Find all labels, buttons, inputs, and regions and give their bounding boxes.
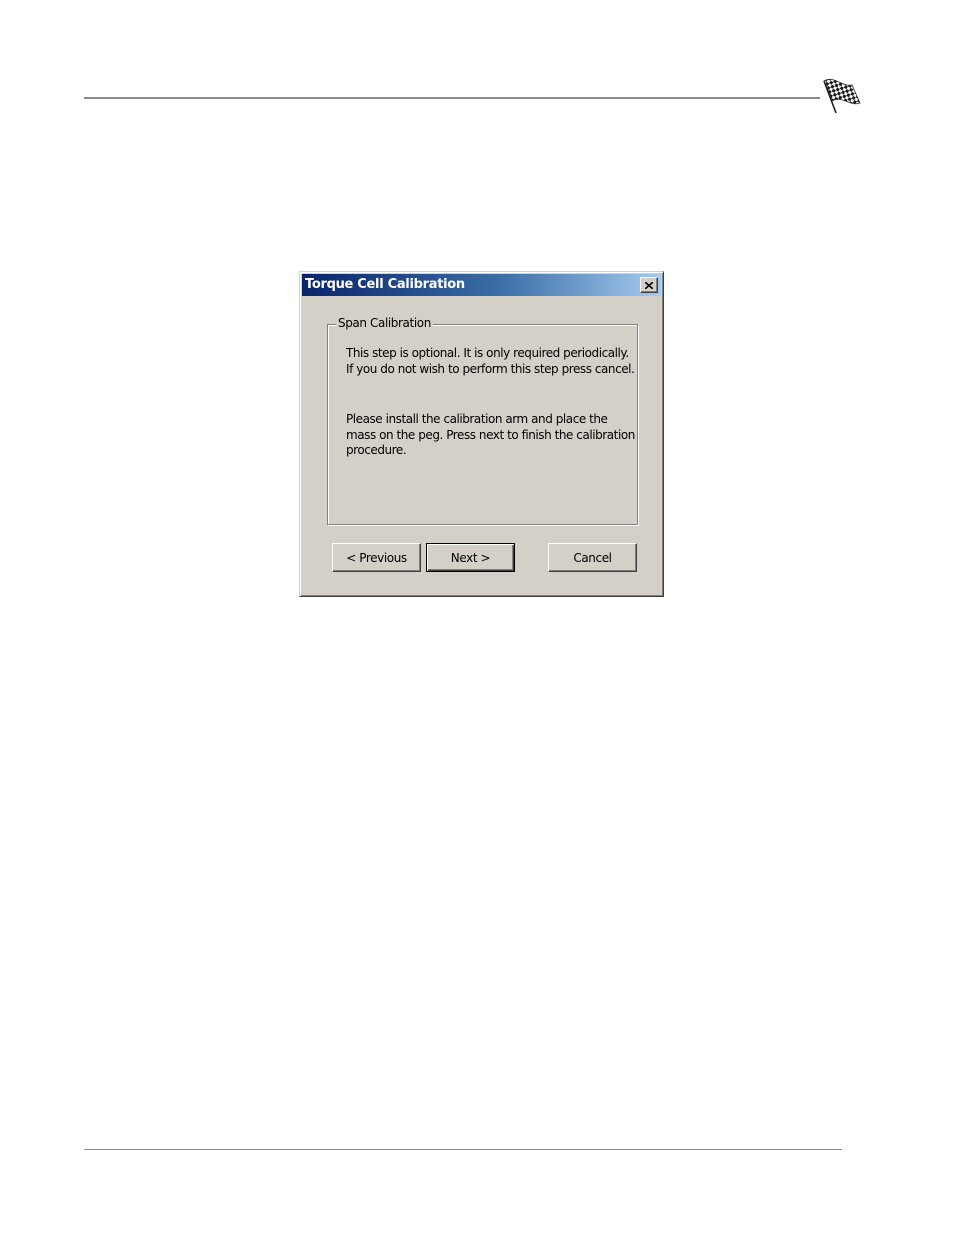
previous-button[interactable]: < Previous (332, 543, 421, 572)
instruction-optional-text: This step is optional. It is only requir… (346, 346, 635, 376)
cancel-button[interactable]: Cancel (548, 543, 637, 572)
dialog-title: Torque Cell Calibration (305, 277, 465, 292)
group-label: Span Calibration (336, 316, 433, 330)
span-calibration-group: Span Calibration This step is optional. … (327, 316, 638, 525)
checkered-flag-icon (823, 78, 861, 114)
close-icon (645, 281, 653, 289)
torque-cell-calibration-dialog: Torque Cell Calibration Span Calibration… (299, 271, 664, 597)
footer-rule (84, 1149, 842, 1150)
close-button[interactable] (640, 277, 658, 293)
next-button[interactable]: Next > (426, 543, 515, 572)
header-rule (84, 97, 820, 99)
title-bar[interactable]: Torque Cell Calibration (302, 274, 661, 296)
instruction-install-text: Please install the calibration arm and p… (346, 412, 635, 457)
